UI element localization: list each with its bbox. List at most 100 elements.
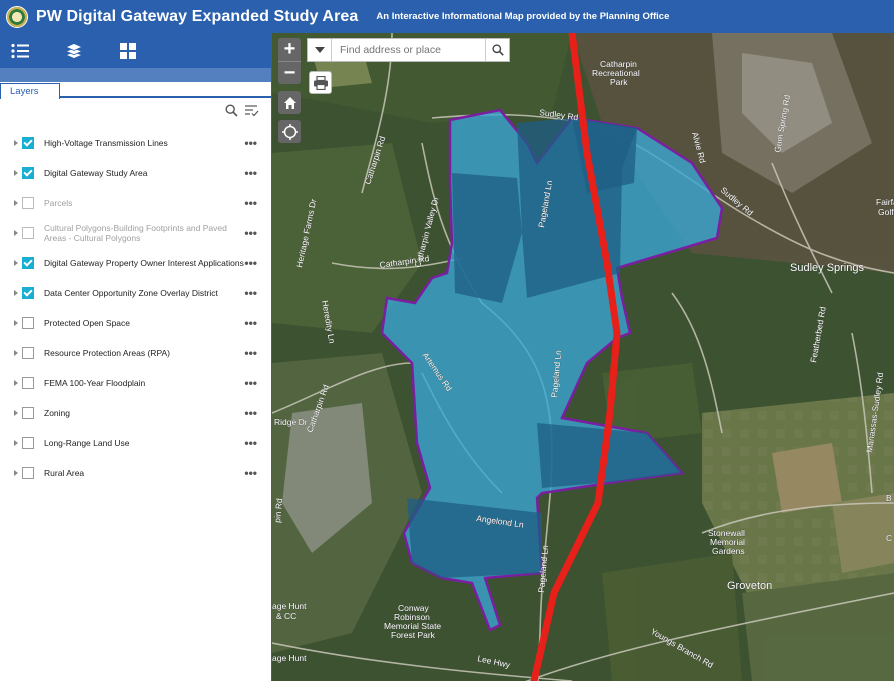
layer-item[interactable]: Resource Protection Areas (RPA) ••• <box>0 338 271 368</box>
app-subtitle: An Interactive Informational Map provide… <box>376 11 670 22</box>
layer-options-icon[interactable]: ••• <box>244 316 257 330</box>
app-title: PW Digital Gateway Expanded Study Area <box>36 7 359 25</box>
layer-name: Resource Protection Areas (RPA) <box>44 348 170 358</box>
layer-item[interactable]: Protected Open Space ••• <box>0 308 271 338</box>
layer-visibility-checkbox[interactable] <box>22 377 34 389</box>
layer-name: Parcels <box>44 198 73 208</box>
layer-options-icon[interactable]: ••• <box>244 196 257 210</box>
layer-name: Zoning <box>44 408 70 418</box>
layer-item[interactable]: Digital Gateway Property Owner Interest … <box>0 248 271 278</box>
layer-visibility-checkbox[interactable] <box>22 257 34 269</box>
layer-options-icon[interactable]: ••• <box>244 166 257 180</box>
layer-visibility-checkbox[interactable] <box>22 317 34 329</box>
layer-options-icon[interactable]: ••• <box>244 436 257 450</box>
layer-options-icon[interactable]: ••• <box>244 346 257 360</box>
locate-button[interactable] <box>278 120 301 143</box>
locate-icon <box>281 123 298 140</box>
expand-caret-icon[interactable] <box>14 230 18 236</box>
label-conway-robinson: Forest Park <box>391 630 436 640</box>
label-ridge-dr: Ridge Dr <box>274 417 308 427</box>
expand-caret-icon[interactable] <box>14 320 18 326</box>
label-hunt: & CC <box>276 611 296 621</box>
layer-visibility-checkbox[interactable] <box>22 347 34 359</box>
zoom-in-button[interactable]: + <box>278 38 301 61</box>
expand-caret-icon[interactable] <box>14 140 18 146</box>
layer-name: Digital Gateway Property Owner Interest … <box>44 258 244 268</box>
home-button[interactable] <box>278 91 301 114</box>
print-button[interactable] <box>309 71 332 94</box>
layer-name: Protected Open Space <box>44 318 131 328</box>
layer-name: Cultural Polygons-Building Footprints an… <box>44 223 227 243</box>
expand-caret-icon[interactable] <box>14 410 18 416</box>
layer-name: FEMA 100-Year Floodplain <box>44 378 146 388</box>
label-b: B <box>886 493 892 503</box>
layer-visibility-checkbox[interactable] <box>22 407 34 419</box>
tab-layers[interactable]: Layers <box>0 83 60 99</box>
label-c: C <box>886 533 892 543</box>
home-icon <box>283 96 296 109</box>
layer-visibility-checkbox[interactable] <box>22 437 34 449</box>
search-widget <box>307 38 510 62</box>
search-button[interactable] <box>485 39 509 61</box>
legend-icon[interactable] <box>10 41 30 61</box>
filter-list-icon[interactable] <box>244 104 259 122</box>
layer-visibility-checkbox[interactable] <box>22 137 34 149</box>
layer-visibility-checkbox[interactable] <box>22 227 34 239</box>
layer-item[interactable]: Parcels ••• <box>0 188 271 218</box>
layer-item[interactable]: FEMA 100-Year Floodplain ••• <box>0 368 271 398</box>
layer-options-icon[interactable]: ••• <box>244 226 257 240</box>
layer-list: High-Voltage Transmission Lines ••• Digita… <box>0 128 271 488</box>
layer-options-icon[interactable]: ••• <box>244 406 257 420</box>
expand-caret-icon[interactable] <box>14 170 18 176</box>
chevron-down-icon <box>314 47 325 53</box>
search-input[interactable] <box>332 40 485 60</box>
layer-name: High-Voltage Transmission Lines <box>44 138 168 148</box>
expand-caret-icon[interactable] <box>14 350 18 356</box>
expand-caret-icon[interactable] <box>14 200 18 206</box>
expand-caret-icon[interactable] <box>14 470 18 476</box>
layer-name: Rural Area <box>44 468 85 478</box>
basemap-gallery-icon[interactable] <box>118 41 138 61</box>
layer-options-icon[interactable]: ••• <box>244 256 257 270</box>
print-icon <box>313 75 328 90</box>
tab-bar: Layers <box>0 82 271 99</box>
label-catharpin-park: Park <box>610 77 628 87</box>
layer-item[interactable]: Digital Gateway Study Area ••• <box>0 158 271 188</box>
layer-options-icon[interactable]: ••• <box>244 136 257 150</box>
layer-options-icon[interactable]: ••• <box>244 466 257 480</box>
layer-item[interactable]: High-Voltage Transmission Lines ••• <box>0 128 271 158</box>
layer-visibility-checkbox[interactable] <box>22 467 34 479</box>
layer-name: Digital Gateway Study Area <box>44 168 148 178</box>
layer-visibility-checkbox[interactable] <box>22 197 34 209</box>
expand-caret-icon[interactable] <box>14 380 18 386</box>
map-view[interactable]: Catharpin Recreational Park Sudley Rd Su… <box>272 33 894 681</box>
expand-caret-icon[interactable] <box>14 260 18 266</box>
layer-item[interactable]: Long-Range Land Use ••• <box>0 428 271 458</box>
layer-name: Data Center Opportunity Zone Overlay Dis… <box>44 288 218 298</box>
layer-visibility-checkbox[interactable] <box>22 287 34 299</box>
label-golf: Golf <box>878 207 894 217</box>
side-panel: Layers High-Voltage Transmission Lines ••… <box>0 33 272 681</box>
layer-item[interactable]: Cultural Polygons-Building Footprints an… <box>0 218 271 248</box>
map-canvas[interactable]: Catharpin Recreational Park Sudley Rd Su… <box>272 33 894 681</box>
layer-name: Long-Range Land Use <box>44 438 130 448</box>
layer-item[interactable]: Rural Area ••• <box>0 458 271 488</box>
label-stonewall-gardens: Gardens <box>712 546 745 556</box>
layer-tools <box>0 98 271 128</box>
search-layers-icon[interactable] <box>225 104 238 122</box>
label-fairfax: Fairfax <box>876 197 894 207</box>
layer-options-icon[interactable]: ••• <box>244 376 257 390</box>
label-groveton: Groveton <box>727 580 772 592</box>
expand-caret-icon[interactable] <box>14 440 18 446</box>
layer-item[interactable]: Data Center Opportunity Zone Overlay Dis… <box>0 278 271 308</box>
zoom-out-button[interactable]: − <box>278 61 301 84</box>
layer-options-icon[interactable]: ••• <box>244 286 257 300</box>
search-icon <box>491 44 504 56</box>
layer-visibility-checkbox[interactable] <box>22 167 34 179</box>
layer-list-icon[interactable] <box>64 41 84 61</box>
layer-item[interactable]: Zoning ••• <box>0 398 271 428</box>
label-hunt: age Hunt <box>272 653 307 663</box>
expand-caret-icon[interactable] <box>14 290 18 296</box>
label-hunt: age Hunt <box>272 601 307 611</box>
search-source-dropdown[interactable] <box>308 39 332 61</box>
